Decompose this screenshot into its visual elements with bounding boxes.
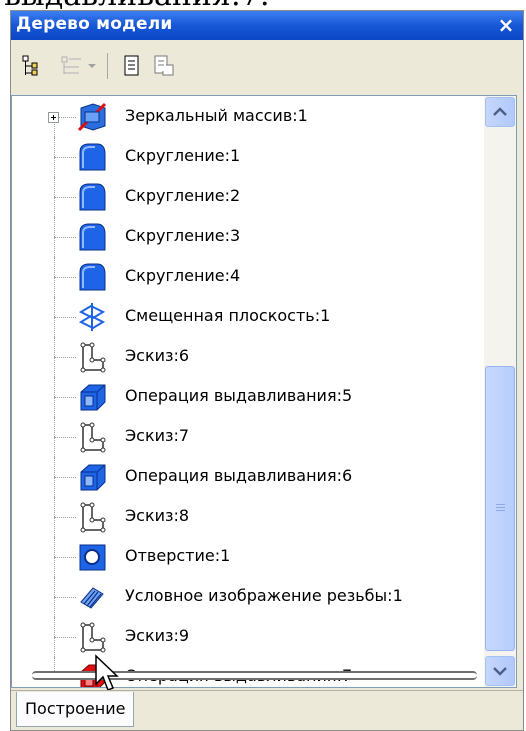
vertical-scrollbar[interactable] [484,96,516,687]
mirror-array-icon [77,102,107,132]
tree-connector [54,237,76,238]
window-title: Дерево модели [16,14,173,34]
tree-list: Зеркальный массив:1 Скругление:1 Скруглени… [12,96,484,687]
thread-icon [80,587,104,609]
tree-item-label: Эскиз:8 [125,506,190,525]
tree-connector [54,317,76,318]
tree-item[interactable]: Отверстие:1 [12,537,484,577]
tree-item[interactable]: Скругление:1 [12,137,484,177]
tree-item-label: Условное изображение резьбы:1 [125,586,403,605]
tree-connector [54,437,76,438]
tree-item[interactable]: Операция выдавливания:6 [12,457,484,497]
thumb-grip [496,504,505,505]
toolbar-separator [107,53,108,79]
fillet-icon [79,263,106,291]
sketch-icon [80,342,106,373]
dropdown-arrow-icon[interactable] [85,53,99,79]
sketch-icon [80,502,106,533]
tree-connector [54,157,76,158]
chevron-up-icon [493,107,507,116]
extrusion-icon [80,384,106,411]
tree-connector [54,357,76,358]
tree-connector [54,637,76,638]
tree-connector [54,277,76,278]
fillet-icon [79,223,106,251]
tree-item[interactable]: Эскиз:8 [12,497,484,537]
tree-item-label: Операция выдавливания:5 [125,386,353,405]
sketch-icon [80,422,106,453]
chevron-down-icon [493,667,507,676]
tree-connector [54,197,76,198]
tree-item[interactable]: Скругление:2 [12,177,484,217]
tree-connector [54,517,76,518]
scroll-thumb[interactable] [485,366,515,651]
extrusion-icon [80,464,106,491]
tree-item-label: Эскиз:7 [125,426,190,445]
model-tree: Зеркальный массив:1 Скругление:1 Скруглени… [11,95,517,691]
tree-item[interactable]: Скругление:3 [12,217,484,257]
tree-item-label: Скругление:1 [125,146,241,165]
copy-properties-icon[interactable] [151,53,177,79]
close-button[interactable]: × [495,12,517,38]
tree-structure-icon[interactable] [20,53,46,79]
scroll-down-button[interactable] [485,656,515,686]
tree-item-label: Скругление:3 [125,226,241,245]
tree-item[interactable]: Условное изображение резьбы:1 [12,577,484,617]
tree-item[interactable]: Операция выдавливания:5 [12,377,484,417]
fillet-icon [79,183,106,211]
tab-construction[interactable]: Построение [16,692,135,727]
tree-connector [54,477,76,478]
tree-item[interactable]: Эскиз:9 [12,617,484,657]
tree-connector [54,397,76,398]
tree-item-label: Зеркальный массив:1 [125,106,308,125]
hole-icon [79,544,106,571]
tree-item[interactable]: Эскиз:6 [12,337,484,377]
tree-item-label: Эскиз:6 [125,346,190,365]
tree-item-label: Скругление:4 [125,266,241,285]
toolbar [11,41,523,91]
fillet-icon [79,143,106,171]
tree-item-label: Эскиз:9 [125,626,190,645]
tree-item-label: Операция выдавливания:6 [125,466,353,485]
scroll-up-button[interactable] [485,97,515,127]
mouse-cursor-icon [95,654,119,691]
sketch-icon [80,622,106,653]
model-tree-panel: Дерево модели × Зеркальный массив:1 Скру… [10,10,524,731]
thumb-grip [496,507,505,508]
tree-connector [54,597,76,598]
properties-icon[interactable] [119,53,145,79]
tree-item-label: Скругление:2 [125,186,241,205]
expand-toggle-icon[interactable] [48,112,59,123]
tree-item[interactable]: Эскиз:7 [12,417,484,457]
tree-item[interactable]: Смещенная плоскость:1 [12,297,484,337]
tree-item[interactable]: Зеркальный массив:1 [12,97,484,137]
title-bar[interactable]: Дерево модели × [11,11,523,40]
tree-item-label: Отверстие:1 [125,546,231,565]
offset-plane-icon [78,303,106,331]
tree-connector [54,557,76,558]
tree-item-label: Смещенная плоскость:1 [125,306,331,325]
thumb-grip [496,510,505,511]
tab-bar: Построение [11,690,523,731]
filter-tree-icon[interactable] [59,53,85,79]
tree-item[interactable]: Скругление:4 [12,257,484,297]
